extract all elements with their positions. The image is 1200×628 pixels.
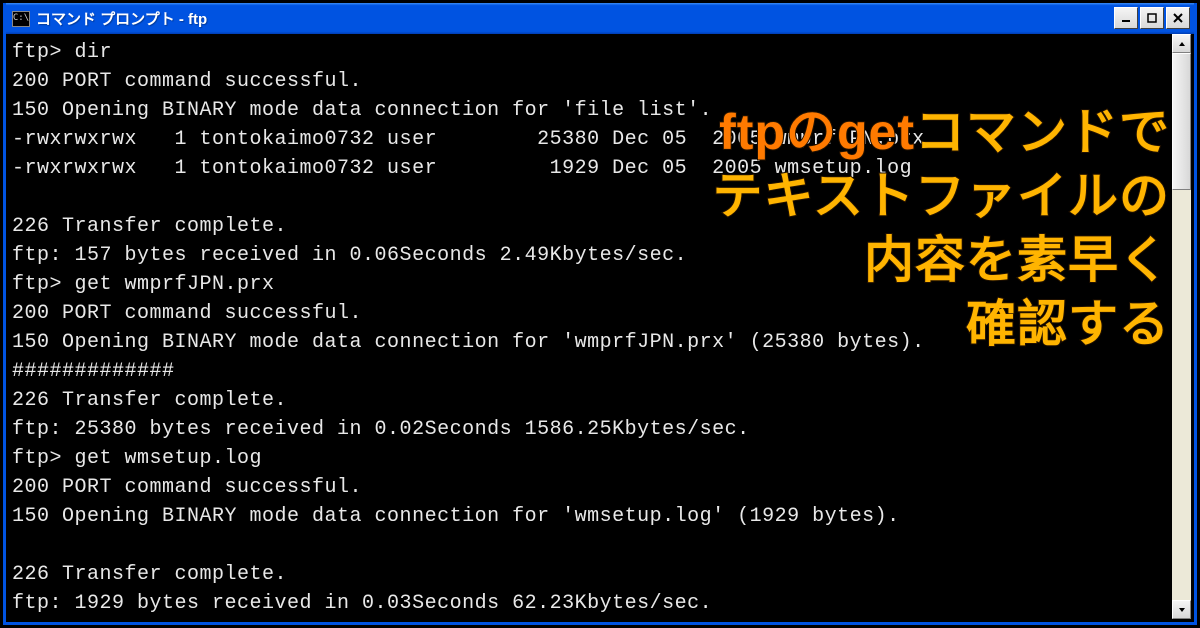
window-title: コマンド プロンプト - ftp — [36, 8, 211, 29]
maximize-button[interactable] — [1140, 7, 1164, 29]
vertical-scrollbar[interactable] — [1172, 34, 1191, 619]
app-icon: C:\ — [12, 11, 30, 27]
scroll-up-button[interactable] — [1172, 34, 1191, 53]
titlebar[interactable]: C:\ コマンド プロンプト - ftp — [6, 3, 1194, 34]
close-button[interactable] — [1166, 7, 1190, 29]
close-icon — [1173, 13, 1183, 23]
command-prompt-window: C:\ コマンド プロンプト - ftp ftp> dir 200 PORT c… — [3, 3, 1197, 625]
scrollbar-track[interactable] — [1172, 53, 1191, 600]
chevron-down-icon — [1178, 606, 1186, 614]
scroll-down-button[interactable] — [1172, 600, 1191, 619]
minimize-icon — [1121, 13, 1131, 23]
app-icon-label: C:\ — [13, 14, 29, 23]
terminal-output[interactable]: ftp> dir 200 PORT command successful. 15… — [9, 34, 1172, 619]
minimize-button[interactable] — [1114, 7, 1138, 29]
chevron-up-icon — [1178, 40, 1186, 48]
scrollbar-thumb[interactable] — [1172, 53, 1191, 190]
window-controls — [1114, 7, 1190, 29]
maximize-icon — [1147, 13, 1157, 23]
title-redacted — [211, 11, 331, 27]
